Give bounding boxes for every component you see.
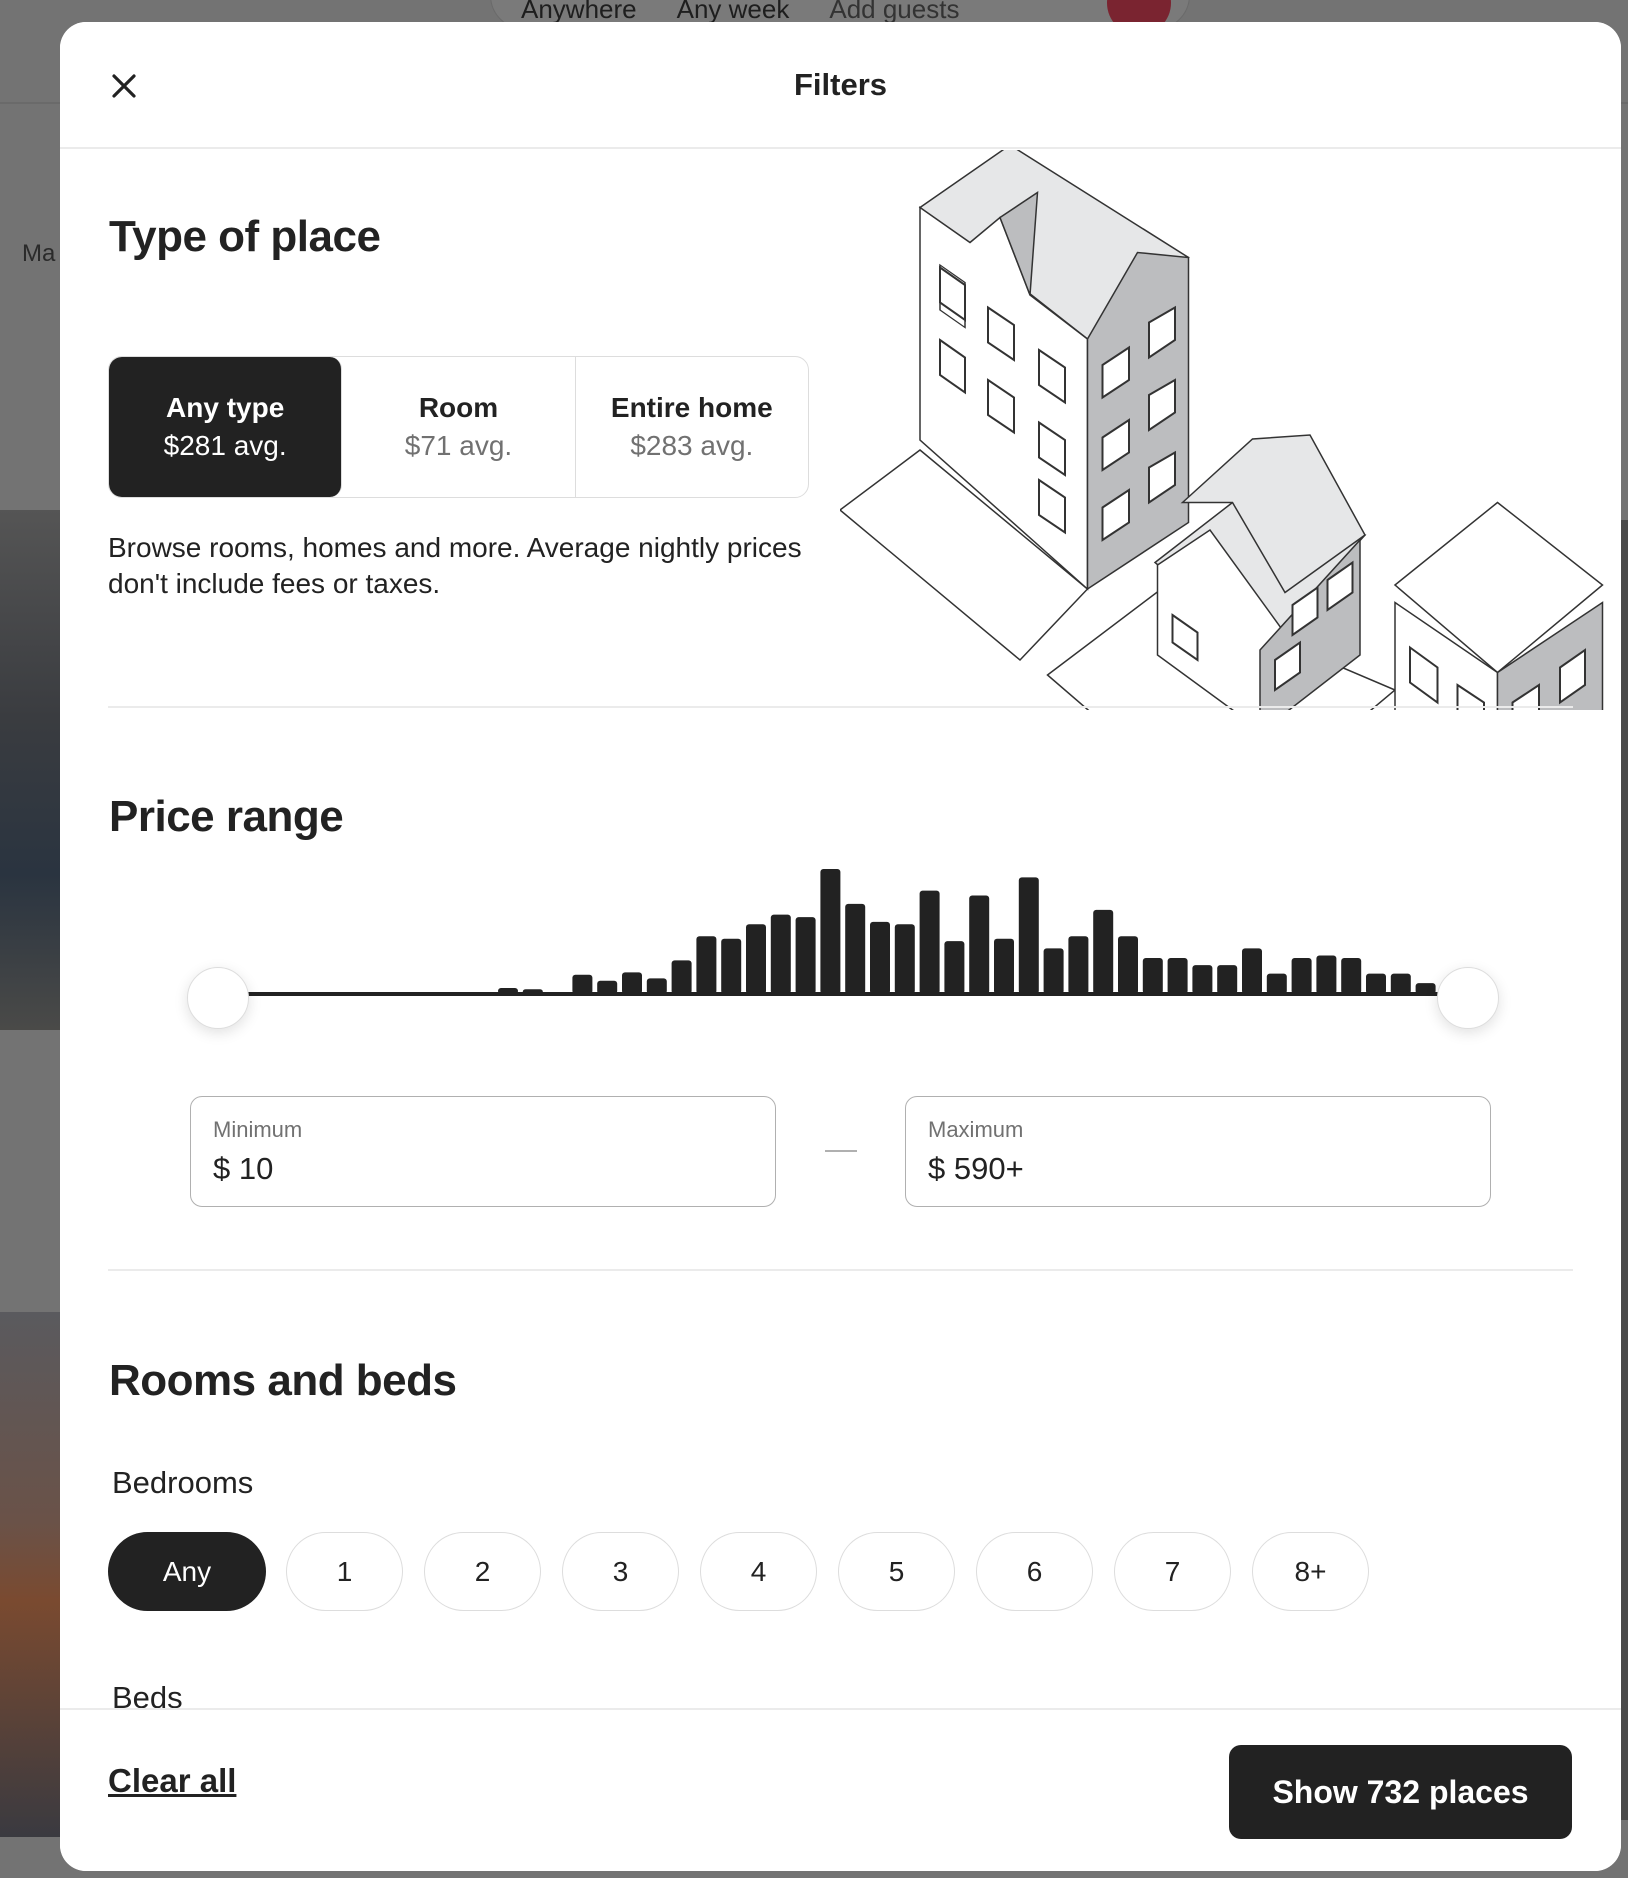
bedrooms-option[interactable]: 4 — [700, 1532, 817, 1611]
option-label: Entire home — [610, 392, 773, 423]
histogram-bar — [944, 941, 965, 994]
bedrooms-option[interactable]: 2 — [424, 1532, 541, 1611]
minimum-label: Minimum — [213, 1117, 303, 1142]
background-category-label: Ma — [22, 240, 56, 267]
maximum-price-field[interactable]: Maximum $ 590+ — [905, 1096, 1491, 1207]
option-price: $71 avg. — [404, 430, 513, 461]
type-option-entire-home[interactable]: Entire home $283 avg. — [576, 357, 808, 497]
histogram-bar — [870, 921, 890, 994]
rooms-and-beds-title: Rooms and beds — [109, 1356, 457, 1405]
maximum-label: Maximum — [928, 1117, 1024, 1142]
option-label: Any type — [166, 392, 285, 423]
option-label: Room — [418, 392, 499, 423]
bedrooms-label: Bedrooms — [112, 1465, 254, 1500]
option-price: $283 avg. — [630, 430, 754, 461]
histogram-bar — [994, 938, 1014, 994]
modal-header: Filters — [60, 22, 1621, 149]
price-histogram — [248, 869, 1461, 996]
background-listing-photo — [0, 510, 62, 1030]
max-price-handle[interactable] — [1437, 967, 1499, 1029]
houses-illustration — [840, 150, 1604, 710]
bedrooms-option[interactable]: 5 — [838, 1532, 955, 1611]
minimum-value[interactable]: 10 — [239, 1151, 273, 1186]
histogram-bar — [597, 980, 618, 994]
histogram-bar — [1068, 936, 1089, 994]
histogram-bar — [498, 987, 518, 994]
histogram-bar — [1018, 877, 1039, 994]
histogram-bar — [1366, 973, 1386, 994]
histogram-bar — [894, 924, 915, 994]
histogram-bar — [1142, 957, 1163, 994]
modal-footer: Clear all Show 732 places — [60, 1708, 1621, 1871]
currency-symbol: $ — [213, 1151, 231, 1186]
price-range-title: Price range — [109, 792, 344, 841]
histogram-bar — [572, 974, 593, 994]
bedrooms-option[interactable]: 3 — [562, 1532, 679, 1611]
histogram-bar — [1415, 983, 1436, 994]
bedrooms-option[interactable]: Any — [108, 1532, 266, 1611]
min-price-handle[interactable] — [187, 967, 249, 1029]
filters-modal: Filters Type of place Any type $281 avg.… — [60, 22, 1621, 1871]
type-of-place-description: Browse rooms, homes and more. Average ni… — [108, 532, 802, 599]
clear-all-link[interactable]: Clear all — [108, 1762, 236, 1800]
show-places-button[interactable]: Show 732 places — [1229, 1745, 1572, 1839]
histogram-bar — [845, 903, 866, 994]
histogram-bar — [969, 895, 990, 994]
type-option-room[interactable]: Room $71 avg. — [342, 357, 576, 497]
type-of-place-selector: Any type $281 avg. Room $71 avg. Entire … — [108, 356, 809, 498]
type-of-place-title: Type of place — [109, 212, 381, 261]
histogram-bar — [721, 938, 742, 994]
bedrooms-option[interactable]: 1 — [286, 1532, 403, 1611]
minimum-price-field[interactable]: Minimum $ 10 — [190, 1096, 776, 1207]
histogram-bar — [671, 960, 692, 994]
histogram-bar — [1266, 973, 1287, 994]
histogram-bar — [1390, 973, 1411, 994]
histogram-bar — [646, 978, 667, 994]
currency-symbol: $ — [928, 1151, 946, 1186]
histogram-bar — [1217, 965, 1238, 994]
histogram-bar — [1093, 909, 1114, 994]
histogram-bar — [1167, 957, 1188, 994]
bedrooms-option[interactable]: 7 — [1114, 1532, 1231, 1611]
histogram-bar — [820, 869, 841, 994]
histogram-bar — [795, 917, 816, 994]
histogram-bar — [1341, 957, 1362, 994]
histogram-bar — [622, 972, 642, 994]
modal-title: Filters — [793, 67, 888, 102]
histogram-bar — [1043, 948, 1064, 994]
background-listing-photo — [0, 1312, 62, 1837]
option-price: $281 avg. — [163, 430, 287, 461]
histogram-bar — [522, 989, 543, 994]
histogram-bar — [1192, 965, 1213, 994]
histogram-bar — [696, 936, 717, 994]
histogram-bar — [770, 914, 791, 994]
section-divider — [108, 706, 1573, 708]
histogram-bar — [746, 924, 766, 994]
histogram-bar — [1316, 955, 1337, 994]
bedrooms-option[interactable]: 6 — [976, 1532, 1093, 1611]
histogram-bar — [1118, 936, 1138, 994]
maximum-value[interactable]: 590+ — [954, 1151, 1024, 1186]
range-separator — [825, 1150, 857, 1152]
bedrooms-option[interactable]: 8+ — [1252, 1532, 1369, 1611]
histogram-bar — [1291, 957, 1312, 994]
section-divider — [108, 1269, 1573, 1271]
histogram-bar — [919, 890, 940, 994]
histogram-bar — [1242, 948, 1262, 994]
type-option-any-type[interactable]: Any type $281 avg. — [109, 357, 343, 497]
